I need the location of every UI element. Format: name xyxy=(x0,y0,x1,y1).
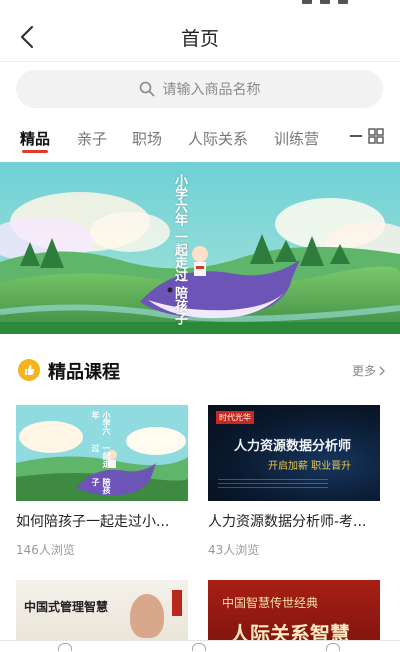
profile-tab-icon[interactable] xyxy=(326,643,340,651)
course-thumbnail-image: 时代光华 人力资源数据分析师 开启加薪 职业晋升 xyxy=(208,405,380,501)
thumb-caption: 小学六年 一起走过 陪孩子 xyxy=(90,411,112,501)
category-tab-icon[interactable] xyxy=(192,643,206,651)
all-categories-button[interactable] xyxy=(350,128,384,144)
banner-line: 陪孩子 xyxy=(172,286,187,325)
app-screen: 首页 请输入商品名称 精品 亲子 职场 人际关系 训练营 小学六年 一起走过 陪… xyxy=(0,0,400,652)
tab-relationships[interactable]: 人际关系 xyxy=(188,128,248,149)
search-placeholder: 请输入商品名称 xyxy=(162,82,261,98)
thumb-brand: 时代光华 xyxy=(216,411,254,424)
featured-icon xyxy=(18,359,40,381)
tab-workplace[interactable]: 职场 xyxy=(132,128,162,149)
page-title: 首页 xyxy=(180,28,219,50)
status-bar xyxy=(0,0,400,10)
course-card[interactable]: 时代光华 人力资源数据分析师 开启加薪 职业晋升 人力资源数据分析师-考... … xyxy=(208,405,380,558)
course-views: 146人浏览 xyxy=(16,543,75,557)
tab-parenting[interactable]: 亲子 xyxy=(77,128,107,149)
thumb-line: 陪孩子 xyxy=(91,477,111,494)
thumb-fine-print xyxy=(218,479,328,489)
active-tab-indicator xyxy=(22,150,48,153)
section-title: 精品课程 xyxy=(48,362,120,383)
category-tabs: 精品 亲子 职场 人际关系 训练营 xyxy=(0,122,400,158)
thumb-line: 小学六年 xyxy=(91,411,111,435)
chevron-right-icon xyxy=(379,366,385,375)
search-input[interactable]: 请输入商品名称 xyxy=(16,70,383,108)
course-thumbnail: 时代光华 人力资源数据分析师 开启加薪 职业晋升 xyxy=(208,405,380,501)
tab-featured[interactable]: 精品 xyxy=(20,128,50,149)
course-title: 如何陪孩子一起走过小... xyxy=(16,514,170,530)
bottom-tab-bar xyxy=(0,640,400,652)
thumb-line: 一起走过 xyxy=(91,444,111,469)
course-card[interactable]: 小学六年 一起走过 陪孩子 如何陪孩子一起走过小... 146人浏览 xyxy=(16,405,188,558)
thumb-heading: 人力资源数据分析师 xyxy=(234,439,352,454)
thumb-heading: 中国式管理智慧 xyxy=(24,600,109,614)
promo-banner[interactable]: 小学六年 一起走过 陪孩子 xyxy=(0,162,400,334)
course-thumbnail: 小学六年 一起走过 陪孩子 xyxy=(16,405,188,501)
banner-caption: 小学六年 一起走过 陪孩子 xyxy=(170,174,189,325)
thumbs-up-icon xyxy=(25,365,35,375)
top-nav-bar: 首页 xyxy=(0,12,400,62)
featured-courses-header: 精品课程 更多 xyxy=(0,356,400,384)
grid-icon xyxy=(368,128,384,144)
search-icon xyxy=(139,81,154,97)
banner-line: 小学六年 xyxy=(172,174,187,226)
thumb-subheading: 开启加薪 职业晋升 xyxy=(268,461,352,472)
tab-training-camp[interactable]: 训练营 xyxy=(274,128,319,149)
more-link[interactable]: 更多 xyxy=(352,362,386,379)
course-title: 人力资源数据分析师-考... xyxy=(208,514,367,530)
course-views: 43人浏览 xyxy=(208,543,260,557)
thumb-heading: 中国智慧传世经典 xyxy=(222,596,319,610)
home-tab-icon[interactable] xyxy=(58,643,72,651)
banner-illustration xyxy=(0,162,400,334)
thumb-tag xyxy=(172,590,182,616)
status-icons xyxy=(302,0,348,4)
lecturer-portrait xyxy=(130,594,164,638)
banner-line: 一起走过 xyxy=(172,230,187,282)
more-label: 更多 xyxy=(351,364,376,378)
divider xyxy=(350,135,362,137)
